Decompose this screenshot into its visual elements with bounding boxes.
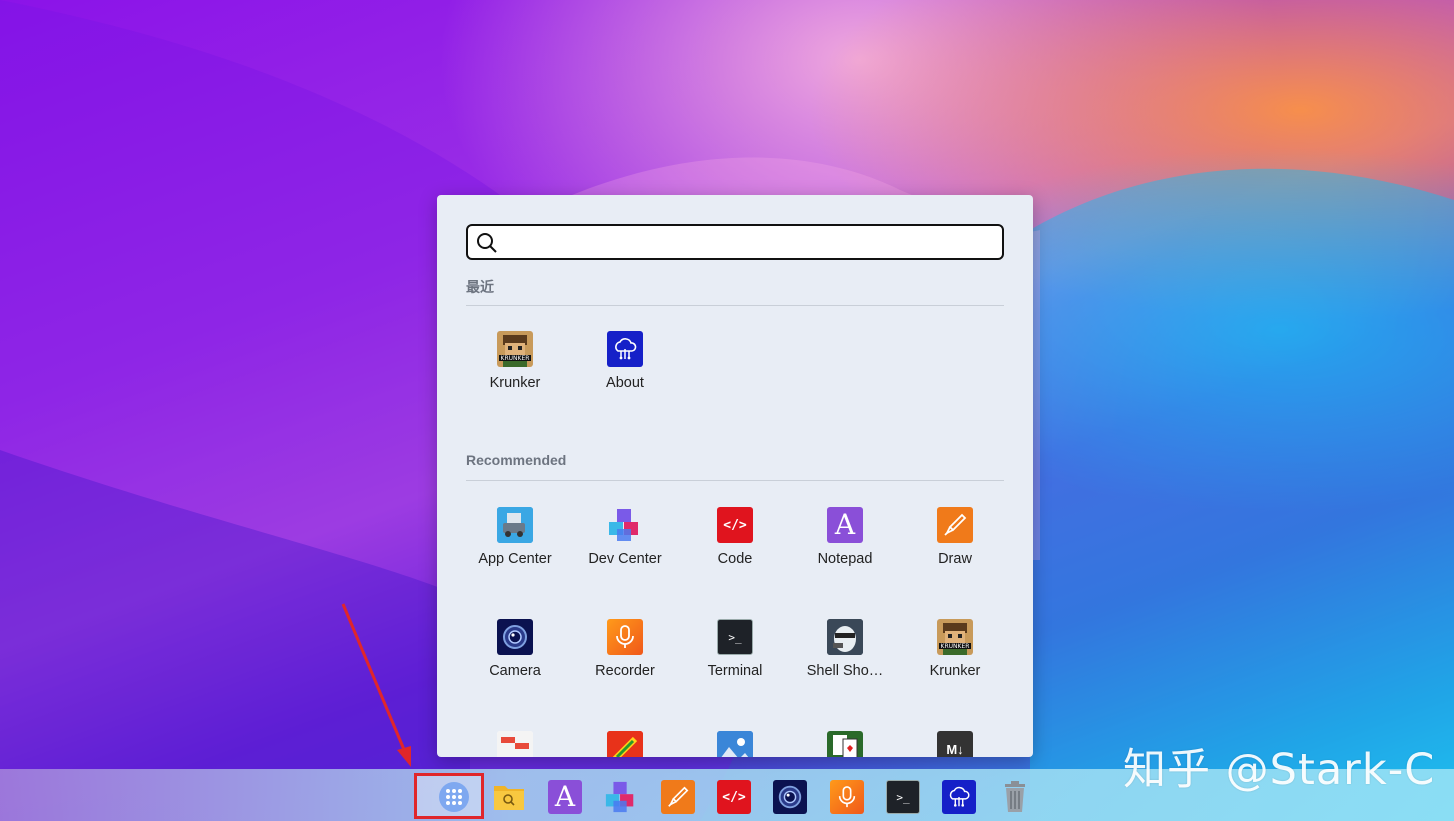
recent-section-title: 最近 bbox=[466, 279, 494, 295]
dev-center-icon bbox=[607, 507, 643, 543]
camera-icon bbox=[778, 785, 802, 809]
photos-icon bbox=[717, 731, 753, 757]
krunker[interactable]: KRUNKER Krunker bbox=[900, 619, 1010, 709]
solitaire-icon bbox=[827, 731, 863, 757]
code-icon: </> bbox=[717, 507, 753, 543]
game-icon bbox=[607, 731, 643, 757]
terminal[interactable]: >_ Terminal bbox=[680, 619, 790, 709]
start-button-highlight bbox=[414, 773, 484, 819]
app-label: Terminal bbox=[707, 663, 763, 679]
shell-shockers-icon bbox=[827, 619, 863, 655]
about-icon bbox=[949, 786, 970, 807]
notepad[interactable]: A Notepad bbox=[790, 507, 900, 597]
svg-text:KRUNKER: KRUNKER bbox=[501, 355, 530, 362]
app-partial-1[interactable] bbox=[460, 731, 570, 757]
app-launcher: 最近 KRUNKER Krunker About Recommended App… bbox=[437, 195, 1033, 757]
about-icon bbox=[607, 331, 643, 367]
app-partial-3[interactable] bbox=[680, 731, 790, 757]
recent-app-about[interactable]: About bbox=[570, 331, 680, 421]
app-label: Notepad bbox=[817, 551, 873, 567]
krunker-icon: KRUNKER bbox=[937, 619, 973, 655]
recorder-icon bbox=[607, 619, 643, 655]
search-icon bbox=[477, 233, 497, 253]
recent-divider bbox=[466, 305, 1004, 306]
draw[interactable]: Draw bbox=[900, 507, 1010, 597]
taskbar-camera[interactable] bbox=[773, 780, 807, 814]
app-partial-5[interactable]: M↓ bbox=[900, 731, 1010, 757]
taskbar-recorder[interactable] bbox=[830, 780, 864, 814]
app-label: Dev Center bbox=[588, 551, 662, 567]
app-label: Krunker bbox=[489, 375, 541, 391]
taskbar-draw[interactable] bbox=[661, 780, 695, 814]
app-label: App Center bbox=[478, 551, 552, 567]
terminal-icon: >_ bbox=[896, 790, 910, 804]
draw-icon bbox=[668, 786, 689, 807]
taskbar-terminal[interactable]: >_ bbox=[886, 780, 920, 814]
recommended-divider bbox=[466, 480, 1004, 481]
code[interactable]: </> Code bbox=[680, 507, 790, 597]
recent-app-krunker[interactable]: KRUNKER Krunker bbox=[460, 331, 570, 421]
markdown-icon: M↓ bbox=[937, 731, 973, 757]
notepad-icon: A bbox=[827, 507, 863, 543]
taskbar-code[interactable]: </> bbox=[717, 780, 751, 814]
svg-text:KRUNKER: KRUNKER bbox=[941, 643, 970, 650]
app-center-icon bbox=[497, 507, 533, 543]
app-label: Draw bbox=[938, 551, 972, 567]
app-partial-2[interactable] bbox=[570, 731, 680, 757]
trash-icon bbox=[1005, 781, 1025, 812]
taskbar-trash[interactable] bbox=[998, 780, 1032, 814]
recorder[interactable]: Recorder bbox=[570, 619, 680, 709]
recommended-section-title: Recommended bbox=[466, 452, 567, 468]
code-icon: </> bbox=[722, 789, 746, 805]
shell-shockers[interactable]: Shell Sho… bbox=[790, 619, 900, 709]
krunker-icon: KRUNKER bbox=[497, 331, 533, 367]
camera-icon bbox=[497, 619, 533, 655]
search-box[interactable] bbox=[466, 224, 1004, 260]
draw-icon bbox=[937, 507, 973, 543]
taskbar-notepad[interactable]: A bbox=[548, 780, 582, 814]
app-label: About bbox=[606, 375, 644, 391]
terminal-icon: >_ bbox=[717, 619, 753, 655]
taskbar-about[interactable] bbox=[942, 780, 976, 814]
app-label: Camera bbox=[489, 663, 541, 679]
recorder-icon bbox=[838, 786, 856, 808]
app-label: Recorder bbox=[595, 663, 655, 679]
watermark: 知乎 @Stark-C bbox=[1123, 745, 1436, 795]
app-label: Code bbox=[717, 551, 753, 567]
dev-center[interactable]: Dev Center bbox=[570, 507, 680, 597]
calendar-icon bbox=[497, 731, 533, 757]
camera[interactable]: Camera bbox=[460, 619, 570, 709]
file-manager-icon bbox=[494, 786, 524, 810]
taskbar-file-manager[interactable] bbox=[492, 780, 526, 814]
taskbar-dev-center[interactable] bbox=[604, 780, 638, 814]
search-input[interactable] bbox=[504, 230, 994, 254]
app-label: Shell Sho… bbox=[806, 663, 884, 679]
app-center[interactable]: App Center bbox=[460, 507, 570, 597]
notepad-icon: A bbox=[554, 780, 576, 813]
app-partial-4[interactable] bbox=[790, 731, 900, 757]
dev-center-icon bbox=[605, 781, 634, 813]
app-label: Krunker bbox=[929, 663, 981, 679]
